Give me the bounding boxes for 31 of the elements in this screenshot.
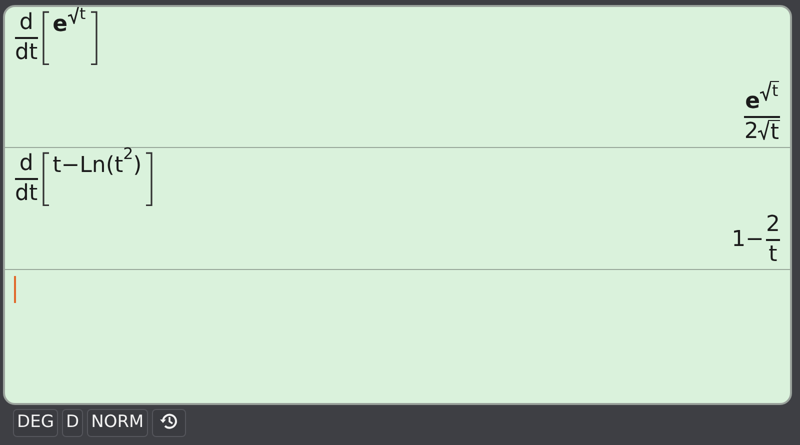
history-button[interactable] bbox=[152, 409, 186, 437]
math-constant: e bbox=[52, 13, 68, 38]
math-text: 1− bbox=[732, 228, 764, 252]
math-text: 2 bbox=[123, 145, 134, 163]
bracket-icon bbox=[90, 11, 98, 66]
math-text: 2 bbox=[766, 212, 780, 237]
math-text: dt bbox=[15, 182, 38, 206]
mode-button[interactable]: DEG bbox=[13, 409, 58, 437]
math-text: t bbox=[768, 242, 778, 267]
math-text: d bbox=[19, 11, 34, 36]
math-text: 2 bbox=[744, 120, 758, 144]
math-text: t bbox=[80, 7, 86, 24]
bracket-icon bbox=[42, 11, 50, 66]
math-text: d bbox=[19, 152, 34, 176]
fraction-bar bbox=[15, 178, 38, 180]
bracket-icon bbox=[42, 152, 50, 206]
math-constant: e bbox=[745, 90, 760, 114]
math-text: t bbox=[772, 82, 778, 101]
math-text: t−Ln( bbox=[52, 154, 114, 178]
fraction-bar bbox=[15, 37, 38, 40]
fraction-bar bbox=[744, 116, 780, 118]
mode-button[interactable]: NORM bbox=[87, 409, 148, 437]
mode-button[interactable]: D bbox=[62, 409, 84, 437]
history-icon bbox=[158, 411, 179, 431]
fraction-bar bbox=[766, 238, 780, 241]
math-text: t bbox=[770, 120, 779, 145]
math-text: ) bbox=[133, 154, 142, 178]
bracket-icon bbox=[144, 152, 153, 206]
math-text: dt bbox=[15, 41, 38, 66]
math-text: t bbox=[114, 154, 124, 178]
radical-icon bbox=[68, 7, 79, 24]
